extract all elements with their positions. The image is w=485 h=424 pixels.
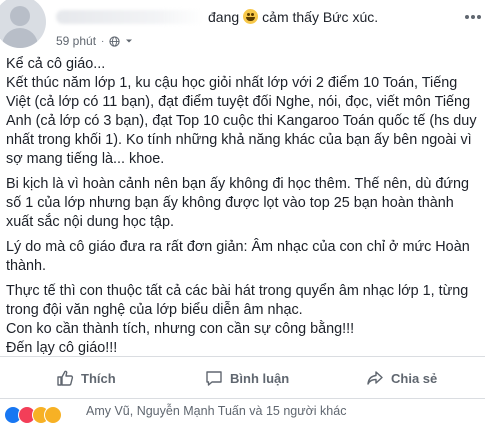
sad-icon [44,406,62,424]
comment-button[interactable]: Bình luận [205,365,289,391]
post-time[interactable]: 59 phút [56,34,96,48]
share-label: Chia sẻ [391,370,438,386]
thumbs-up-icon [57,370,74,386]
share-button[interactable]: Chia sẻ [366,365,437,391]
comment-icon [206,371,222,386]
post-body: Kể cả cô giáo... Kết thúc năm lớp 1, ku … [6,55,480,358]
post-header: đang cảm thấy Bức xúc. 59 phút · [0,0,485,60]
post-paragraph: Kết thúc năm lớp 1, ku cậu học giỏi nhất… [6,75,477,167]
meta-separator: · [101,35,105,47]
post-paragraph: Kể cả cô giáo... [6,56,106,72]
like-button[interactable]: Thích [56,365,116,391]
more-icon [465,15,481,19]
action-bar: Thích Bình luận Chia sẻ [0,356,485,399]
post-paragraph: Lý do mà cô giáo đưa ra rất đơn giản: Âm… [6,239,470,274]
feeling-status: đang cảm thấy Bức xúc. [208,9,378,25]
post-meta: 59 phút · [56,34,133,48]
post-paragraph: Con ko cần thành tích, nhưng con cần sự … [6,321,355,337]
comment-label: Bình luận [230,370,290,386]
reactions-summary[interactable]: Amy Vũ, Nguyễn Mạnh Tuấn và 15 người khá… [0,398,485,424]
avatar[interactable] [0,0,46,48]
reactions-text[interactable]: Amy Vũ, Nguyễn Mạnh Tuấn và 15 người khá… [86,404,346,418]
privacy-dropdown-icon[interactable] [125,37,133,45]
share-arrow-icon [367,371,383,385]
feeling-prefix: đang [208,9,240,25]
frustrated-emoji-icon [243,9,259,24]
more-options-button[interactable] [464,10,482,24]
post-paragraph: Bi kịch là vì hoàn cảnh nên bạn ấy không… [6,176,469,230]
post-paragraph: Thực tế thì con thuộc tất cả các bài hát… [6,283,469,318]
author-name-blurred[interactable] [56,10,204,24]
like-label: Thích [81,370,116,386]
globe-icon[interactable] [109,35,121,47]
feeling-text[interactable]: cảm thấy Bức xúc. [262,9,378,25]
